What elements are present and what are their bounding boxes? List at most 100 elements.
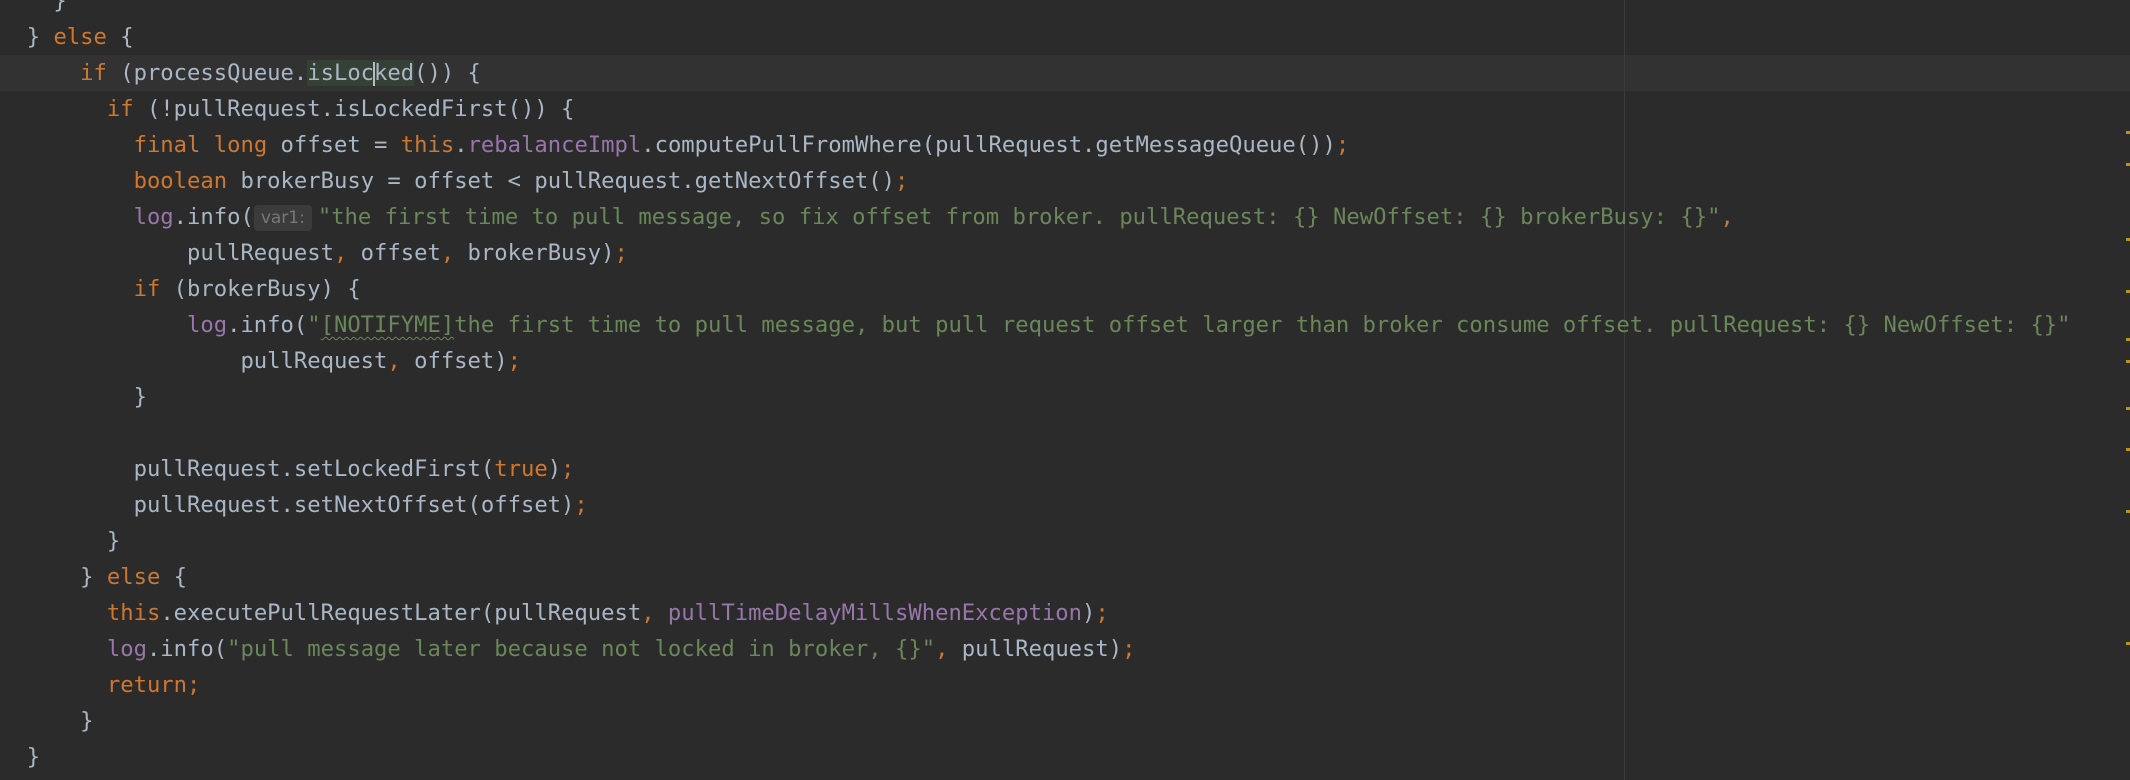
keyword: else [106, 564, 161, 590]
code-text: pullRequest) [948, 636, 1123, 662]
code-line[interactable]: boolean brokerBusy = offset < pullReques… [0, 163, 909, 199]
code-text: offset [347, 240, 441, 266]
code-text: } [0, 528, 121, 554]
string-literal: "pull message later because not locked i… [227, 636, 936, 662]
code-text: (!pullRequest.isLockedFirst()) { [133, 96, 575, 122]
code-line[interactable]: if (brokerBusy) { [0, 271, 361, 307]
keyword: if [106, 96, 134, 122]
code-line[interactable]: pullRequest.setNextOffset(offset); [0, 487, 588, 523]
code-line[interactable]: } else { [0, 559, 187, 595]
semicolon: ; [1335, 132, 1350, 158]
code-text: } [0, 564, 107, 590]
code-text: .info( [173, 204, 254, 230]
identifier-part: isLoc [307, 60, 375, 86]
semicolon: ; [507, 348, 521, 374]
code-text: brokerBusy = offset < pullRequest.getNex… [227, 168, 896, 194]
code-line[interactable]: final long offset = this.rebalanceImpl.c… [0, 127, 1350, 163]
code-text: offset) [400, 348, 508, 374]
code-line[interactable]: pullRequest.setLockedFirst(true); [0, 451, 575, 487]
code-editor[interactable]: } } else { if (processQueue.isLocked()) … [0, 0, 2130, 780]
field-name: pullTimeDelayMillsWhenException [667, 600, 1083, 626]
warning-stripe-marker[interactable] [2126, 238, 2130, 241]
code-line[interactable]: } [0, 703, 94, 739]
warning-stripe-marker[interactable] [2126, 448, 2130, 451]
field-name: log [106, 636, 147, 662]
comma: , [333, 240, 348, 266]
semicolon: ; [895, 168, 909, 194]
semicolon: ; [1095, 600, 1109, 626]
code-line[interactable]: } [0, 523, 120, 559]
keyword: this [400, 132, 455, 158]
keyword: boolean [133, 168, 228, 194]
code-line[interactable]: pullRequest, offset); [0, 343, 521, 379]
warning-stripe-marker[interactable] [2126, 510, 2130, 513]
semicolon: ; [1122, 636, 1136, 662]
code-line[interactable]: } [0, 739, 40, 775]
code-line[interactable]: log.info(var1: "the first time to pull me… [0, 199, 1734, 235]
semicolon: ; [574, 492, 588, 518]
comma: , [641, 600, 655, 626]
code-text: . [454, 132, 468, 158]
comma: , [440, 240, 455, 266]
code-text: .info( [227, 312, 308, 338]
keyword: return [106, 672, 188, 698]
field-name: rebalanceImpl [467, 132, 642, 158]
code-text: (brokerBusy) { [160, 276, 361, 302]
warning-stripe-marker[interactable] [2126, 642, 2130, 645]
warning-stripe-marker[interactable] [2126, 338, 2130, 341]
field-name: log [187, 312, 228, 338]
code-text: pullRequest [0, 348, 388, 374]
code-line[interactable]: return; [0, 667, 201, 703]
code-text: { [106, 24, 134, 50]
code-line[interactable]: } else { [0, 19, 134, 55]
code-text: .executePullRequestLater(pullRequest [160, 600, 642, 626]
warning-stripe-marker[interactable] [2126, 290, 2130, 293]
code-text: } [0, 24, 54, 50]
string-literal: "the first time to pull message, so fix … [317, 204, 1721, 230]
code-line[interactable]: log.info("pull message later because not… [0, 631, 1136, 667]
code-line[interactable]: this.executePullRequestLater(pullRequest… [0, 595, 1109, 631]
code-text: } [0, 744, 41, 770]
code-text: pullRequest.setNextOffset(offset) [0, 492, 575, 518]
warning-stripe-marker[interactable] [2126, 360, 2130, 363]
warning-stripe-marker[interactable] [2126, 407, 2130, 410]
warning-stripe-marker[interactable] [2126, 163, 2130, 166]
code-line[interactable]: if (!pullRequest.isLockedFirst()) { [0, 91, 575, 127]
code-line[interactable]: } [0, 0, 66, 19]
spellcheck-warning[interactable]: [NOTIFYME] [321, 312, 455, 338]
string-literal: " [307, 312, 321, 338]
comma: , [387, 348, 401, 374]
string-literal: the first time to pull message, but pull… [454, 312, 2071, 338]
comma: , [1720, 204, 1734, 230]
parameter-hint: var1: [253, 205, 312, 231]
keyword: this [106, 600, 161, 626]
highlighted-identifier: isLocked [307, 60, 415, 86]
field-name: log [133, 204, 174, 230]
code-text: ) [1082, 600, 1096, 626]
keyword: if [133, 276, 161, 302]
code-line[interactable]: log.info("[NOTIFYME]the first time to pu… [0, 307, 2071, 343]
code-line[interactable]: pullRequest, offset, brokerBusy); [0, 235, 628, 271]
code-text: } [0, 708, 94, 734]
keyword: if [80, 60, 107, 86]
code-line-current[interactable]: if (processQueue.isLocked()) { [0, 55, 481, 91]
semicolon: ; [614, 240, 628, 266]
semicolon: ; [187, 672, 201, 698]
code-text: pullRequest [0, 240, 334, 266]
code-text: } [0, 384, 147, 410]
code-text: (processQueue. [106, 60, 308, 86]
code-text: pullRequest.setLockedFirst( [0, 456, 495, 482]
code-line[interactable]: } [0, 379, 147, 415]
code-text: brokerBusy) [454, 240, 615, 266]
warning-stripe-marker[interactable] [2126, 131, 2130, 134]
